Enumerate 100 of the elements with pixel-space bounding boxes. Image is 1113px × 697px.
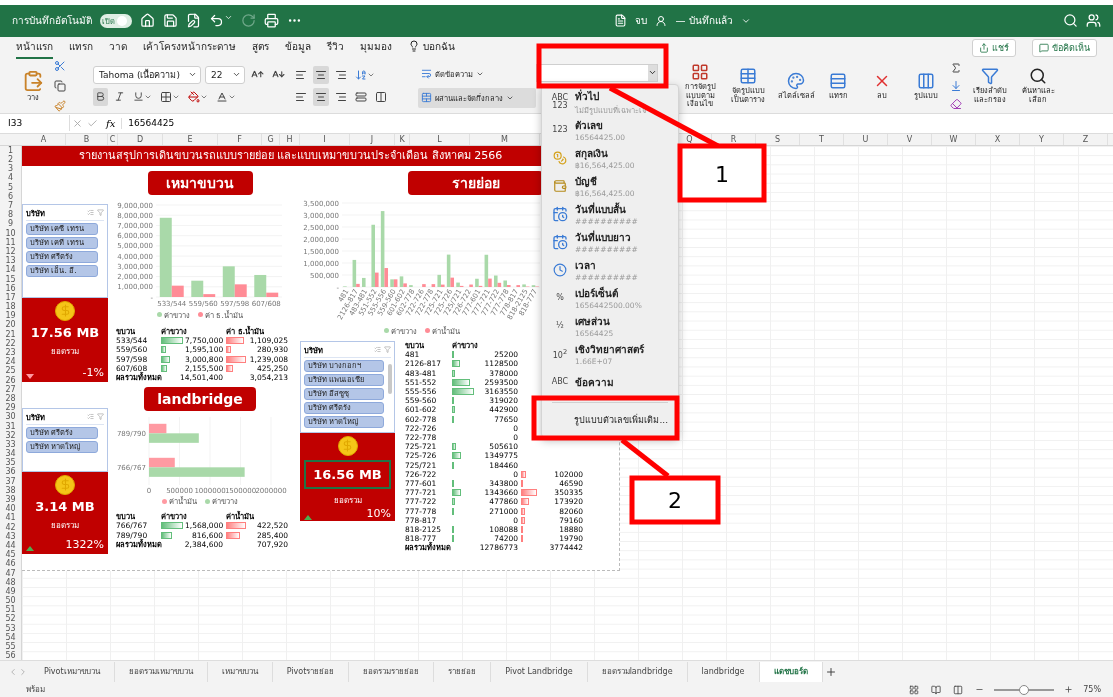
row-number: 43 [4,531,17,541]
font-select[interactable]: Tahoma (เนื้อความ) [93,65,201,84]
number-format-field[interactable] [536,63,658,82]
row-number: 55 [4,642,17,651]
column-header: U [844,133,888,145]
font-size-select[interactable]: 22 [205,65,245,84]
row-number: 32 [4,430,17,440]
align-middle-icon[interactable] [313,65,329,84]
row-number: 27 [4,384,17,394]
filter-icon [981,67,999,86]
row-number: 18 [4,302,17,312]
row-number: 13 [4,256,17,266]
sheet-tab[interactable]: Pivotรายย่อย [272,661,350,682]
ribbon-tab[interactable]: เค้าโครงหน้ากระดาษ [143,38,236,59]
edit-file-icon[interactable] [186,13,201,29]
wallet-icon [553,179,567,193]
format-icon: ½ [550,322,570,330]
sheet-tab[interactable]: ยอดรวมรายย่อย [349,661,435,682]
sheet-tab[interactable]: Pivotเหมาขบวน [30,661,115,682]
align-center-icon[interactable] [313,87,329,106]
table-icon [739,67,757,86]
lightbulb-icon [408,40,420,53]
column-header: E [163,133,218,145]
sheet-tab[interactable]: รายย่อย [434,661,492,682]
row-number: 51 [4,605,17,615]
ribbon-tab[interactable]: สูตร [252,38,269,59]
merge-cells-icon [421,92,432,104]
function-label[interactable]: fx [100,117,123,129]
save-icon[interactable] [163,13,178,29]
sheet-tab[interactable]: ยอดรวมlandbridge [587,661,688,682]
sheet-tab[interactable]: landbridge [687,661,760,682]
sheet-tab[interactable]: แดชบอร์ด [759,661,823,682]
row-number: 17 [4,292,17,302]
status-text: พร้อม [26,684,45,696]
row-number: 22 [4,338,17,348]
column-header: V [888,133,932,145]
bar [362,277,366,287]
row-number: 36 [4,467,17,477]
data-bar [521,470,526,478]
column-header: C [108,133,118,145]
scrollbar-thumb[interactable] [388,363,392,394]
document-icon [614,14,628,28]
format-icon: ABC 123 [550,94,570,110]
row-number: 50 [4,596,17,606]
row-number: 31 [4,421,17,431]
sheet-tab[interactable]: Pivot Landbridge [491,661,588,682]
name-box[interactable]: I33 [0,115,70,132]
wrap-text-icon [421,68,432,80]
column-header: H [280,133,300,145]
sheet-tab[interactable]: ยอดรวมเหมาขบวน [114,661,208,682]
section-heading: รายย่อย [408,170,543,195]
share-button[interactable]: แชร์ [972,38,1016,57]
comments-button[interactable]: ข้อคิดเห็น [1032,38,1097,57]
row-number: 48 [4,577,17,587]
row-number: 6 [6,191,15,201]
more-formats-item[interactable]: รูปแบบตัวเลขเพิ่มเติม... [542,409,678,431]
redo-icon[interactable] [241,13,256,29]
ribbon-tab[interactable]: มุมมอง [360,38,392,59]
kpi-value: 17.56 MB [29,324,101,340]
calendar-clock-icon [552,234,568,250]
format-icon: % [550,294,570,302]
column-header: Y [1020,133,1064,145]
row-number: 14 [4,265,17,275]
people-icon[interactable] [1086,13,1101,29]
bold-icon[interactable] [93,87,108,106]
ribbon-tab[interactable]: ข้อมูล [285,38,311,59]
data-bar [452,388,474,395]
zoom-level: 75% [1083,685,1101,694]
row-number: 4 [6,173,15,183]
format-option[interactable]: ABC ข้อความ [542,368,678,396]
ribbon-tab[interactable]: รีวิว [327,38,344,59]
clock-icon [553,263,567,277]
row-number: 39 [4,495,17,504]
sheet-tab[interactable]: เหมาขบวน [207,661,273,682]
bar [469,284,473,287]
column-header: L [410,133,470,145]
formula-field[interactable]: 16564425 [122,118,175,129]
coin-icon [337,435,358,456]
row-number: 49 [4,586,17,596]
row-number: 53 [4,623,17,633]
ribbon-tab[interactable]: วาด [109,38,127,59]
home-icon[interactable] [140,13,155,29]
column-header: I [300,133,350,145]
undo-icon[interactable] [209,13,233,29]
comment-icon [1039,42,1049,53]
row-number: 25 [4,366,17,376]
zoom-thumb[interactable] [1019,684,1030,695]
kpi-label: ยอดรวม [51,519,79,532]
person-icon [655,14,668,27]
column-header: M [470,133,540,145]
row-number: 52 [4,614,17,624]
coin-icon [55,300,75,321]
column-header: Z [1064,133,1108,145]
ribbon-tab[interactable]: แทรก [69,38,93,59]
search-icon[interactable] [1063,13,1078,29]
tell-me-button[interactable]: บอกฉัน [408,38,455,59]
row-number: 40 [4,504,17,514]
row-number: 26 [4,375,17,385]
column-header: B [66,133,108,145]
print-icon[interactable] [264,13,279,29]
